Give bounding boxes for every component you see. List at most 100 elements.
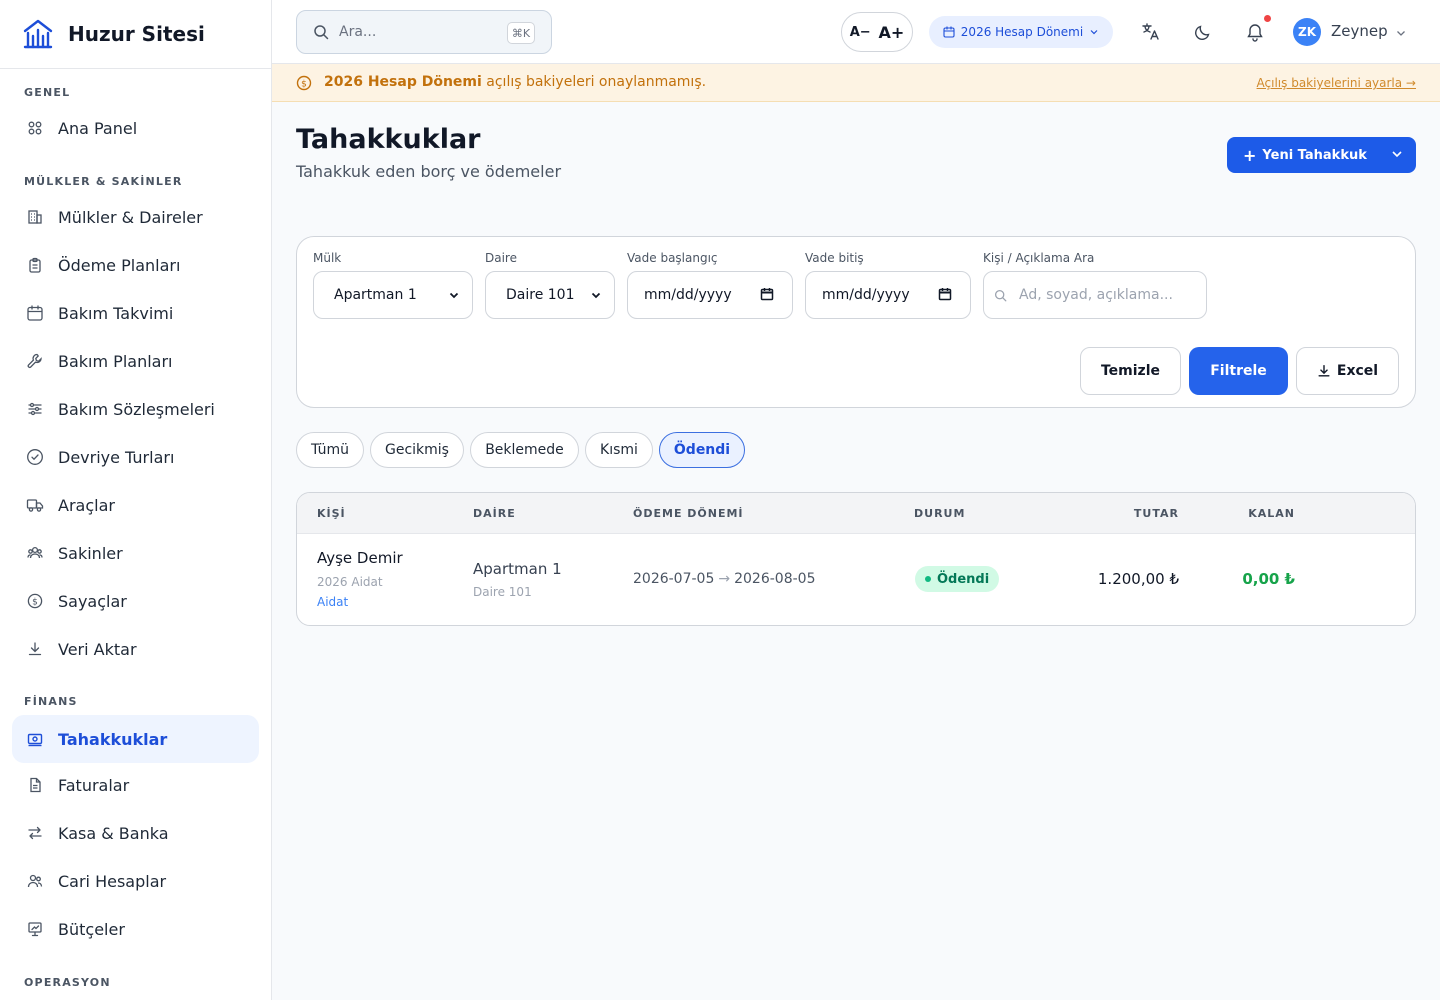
sidebar-item-bakim-planlari[interactable]: Bakım Planları <box>12 337 259 385</box>
svg-text:$: $ <box>301 79 307 89</box>
sidebar-item-bakim-takvimi[interactable]: Bakım Takvimi <box>12 289 259 337</box>
status-dot <box>925 576 931 582</box>
translate-icon[interactable] <box>1141 22 1161 42</box>
col-kisi[interactable]: KİŞİ <box>317 507 346 520</box>
presentation-icon <box>26 920 44 938</box>
chevron-down-icon[interactable] <box>1390 147 1404 161</box>
row-unit-sub: Daire 101 <box>473 585 532 599</box>
nav-section-finans: FİNANS <box>24 695 78 708</box>
banner-message: 2026 Hesap Dönemi açılış bakiyeleri onay… <box>324 74 706 90</box>
clear-button[interactable]: Temizle <box>1080 347 1181 395</box>
vade-bitis-input[interactable]: mm/dd/yyyy <box>805 271 971 319</box>
row-type-link[interactable]: Aidat <box>317 595 348 609</box>
mulk-label: Mülk <box>313 251 342 265</box>
users-icon <box>26 544 44 562</box>
sidebar-item-label: Devriye Turları <box>58 447 175 467</box>
chevron-down-icon[interactable] <box>1395 27 1407 39</box>
sidebar-item-ana-panel[interactable]: Ana Panel <box>12 104 259 152</box>
sliders-icon <box>26 400 44 418</box>
table-header: KİŞİ DAİRE ÖDEME DÖNEMİ DURUM TUTAR KALA… <box>297 493 1415 534</box>
col-kalan[interactable]: KALAN <box>1248 507 1295 520</box>
sidebar-item-cari-hesaplar[interactable]: Cari Hesaplar <box>12 857 259 905</box>
download-icon <box>26 640 44 658</box>
search-filter-label: Kişi / Açıklama Ara <box>983 251 1095 265</box>
calendar-icon[interactable] <box>938 287 952 301</box>
col-odeme-donemi[interactable]: ÖDEME DÖNEMİ <box>633 507 744 520</box>
sidebar-item-araclar[interactable]: Araçlar <box>12 481 259 529</box>
grid-icon <box>26 119 44 137</box>
sidebar-item-label: Ödeme Planları <box>58 255 181 275</box>
status-label: Ödendi <box>937 571 990 587</box>
vade-bitis-value: mm/dd/yyyy <box>822 287 910 303</box>
excel-export-button[interactable]: Excel <box>1296 347 1399 395</box>
col-tutar[interactable]: TUTAR <box>1134 507 1179 520</box>
vade-baslangic-input[interactable]: mm/dd/yyyy <box>627 271 793 319</box>
tab-tumu[interactable]: Tümü <box>296 432 364 468</box>
tab-kismi[interactable]: Kısmi <box>585 432 653 468</box>
filter-button[interactable]: Filtrele <box>1189 347 1288 395</box>
document-icon <box>26 776 44 794</box>
person-search-input[interactable]: Ad, soyad, açıklama... <box>983 271 1207 319</box>
col-durum[interactable]: DURUM <box>914 507 965 520</box>
page-subtitle: Tahakkuk eden borç ve ödemeler <box>296 162 562 181</box>
sidebar-item-kasa-banka[interactable]: Kasa & Banka <box>12 809 259 857</box>
sidebar-item-tahakkuklar[interactable]: Tahakkuklar <box>12 715 259 763</box>
sidebar-item-odeme-planlari[interactable]: Ödeme Planları <box>12 241 259 289</box>
global-search-input[interactable]: Ara... ⌘K <box>296 10 552 54</box>
tab-beklemede[interactable]: Beklemede <box>470 432 579 468</box>
vade-bitis-label: Vade bitiş <box>805 251 864 265</box>
search-shortcut-badge: ⌘K <box>507 22 535 44</box>
dollar-circle-icon: $ <box>26 592 44 610</box>
row-amount: 1.200,00 ₺ <box>1097 570 1179 588</box>
avatar[interactable]: ZK <box>1293 18 1321 46</box>
sidebar-item-veri-aktar[interactable]: Veri Aktar <box>12 625 259 673</box>
sidebar-item-bakim-sozlesmeleri[interactable]: Bakım Sözleşmeleri <box>12 385 259 433</box>
brand[interactable]: Huzur Sitesi <box>0 0 271 69</box>
chevron-down-icon <box>591 292 601 299</box>
sidebar-item-butceler[interactable]: Bütçeler <box>12 905 259 953</box>
building-logo-icon <box>23 19 53 49</box>
row-person[interactable]: Ayşe Demir <box>317 549 403 567</box>
warning-banner: $ 2026 Hesap Dönemi açılış bakiyeleri on… <box>272 64 1440 102</box>
svg-text:$: $ <box>32 597 38 607</box>
sidebar-item-devriye-turlari[interactable]: Devriye Turları <box>12 433 259 481</box>
daire-value: Daire 101 <box>506 287 575 303</box>
sidebar-item-mulkler-daireler[interactable]: Mülkler & Daireler <box>12 193 259 241</box>
banner-text: açılış bakiyeleri onaylanmamış. <box>481 74 707 90</box>
user-name[interactable]: Zeynep <box>1331 22 1388 40</box>
row-period-start: 2026-07-05 <box>633 571 715 587</box>
sidebar-item-faturalar[interactable]: Faturalar <box>12 761 259 809</box>
font-decrease-button[interactable]: A− <box>850 25 871 40</box>
download-icon <box>1318 365 1330 377</box>
filter-card: Mülk Apartman 1 Daire Daire 101 Vade baş… <box>296 236 1416 408</box>
search-icon <box>994 289 1007 301</box>
sidebar-item-sayaclar[interactable]: $ Sayaçlar <box>12 577 259 625</box>
new-accrual-label: Yeni Tahakkuk <box>1262 147 1367 163</box>
new-accrual-button[interactable]: + Yeni Tahakkuk <box>1227 137 1416 173</box>
coin-icon: $ <box>296 75 312 91</box>
search-icon <box>314 25 329 40</box>
bell-icon[interactable] <box>1245 22 1265 42</box>
sidebar-item-label: Kasa & Banka <box>58 823 169 843</box>
chevron-down-icon <box>1090 30 1098 35</box>
moon-icon[interactable] <box>1193 22 1213 42</box>
search-placeholder: Ara... <box>339 24 377 40</box>
mulk-select[interactable]: Apartman 1 <box>313 271 473 319</box>
opening-balance-link[interactable]: Açılış bakiyelerini ayarla → <box>1257 76 1416 90</box>
sidebar-item-sakinler[interactable]: Sakinler <box>12 529 259 577</box>
calendar-icon[interactable] <box>760 287 774 301</box>
sidebar-item-label: Faturalar <box>58 775 130 795</box>
daire-select[interactable]: Daire 101 <box>485 271 615 319</box>
font-increase-button[interactable]: A+ <box>878 23 904 42</box>
tab-gecikmis[interactable]: Gecikmiş <box>370 432 464 468</box>
plus-icon: + <box>1243 145 1257 165</box>
fiscal-period-selector[interactable]: 2026 Hesap Dönemi <box>929 16 1113 48</box>
sidebar-item-label: Bakım Sözleşmeleri <box>58 399 215 419</box>
col-daire[interactable]: DAİRE <box>473 507 516 520</box>
sidebar-item-label: Veri Aktar <box>58 639 137 659</box>
sidebar-item-label: Mülkler & Daireler <box>58 207 203 227</box>
truck-icon <box>26 496 44 514</box>
page-title: Tahakkuklar <box>296 124 481 155</box>
tab-odendi[interactable]: Ödendi <box>659 432 745 468</box>
nav-section-operasyon: OPERASYON <box>24 976 111 989</box>
